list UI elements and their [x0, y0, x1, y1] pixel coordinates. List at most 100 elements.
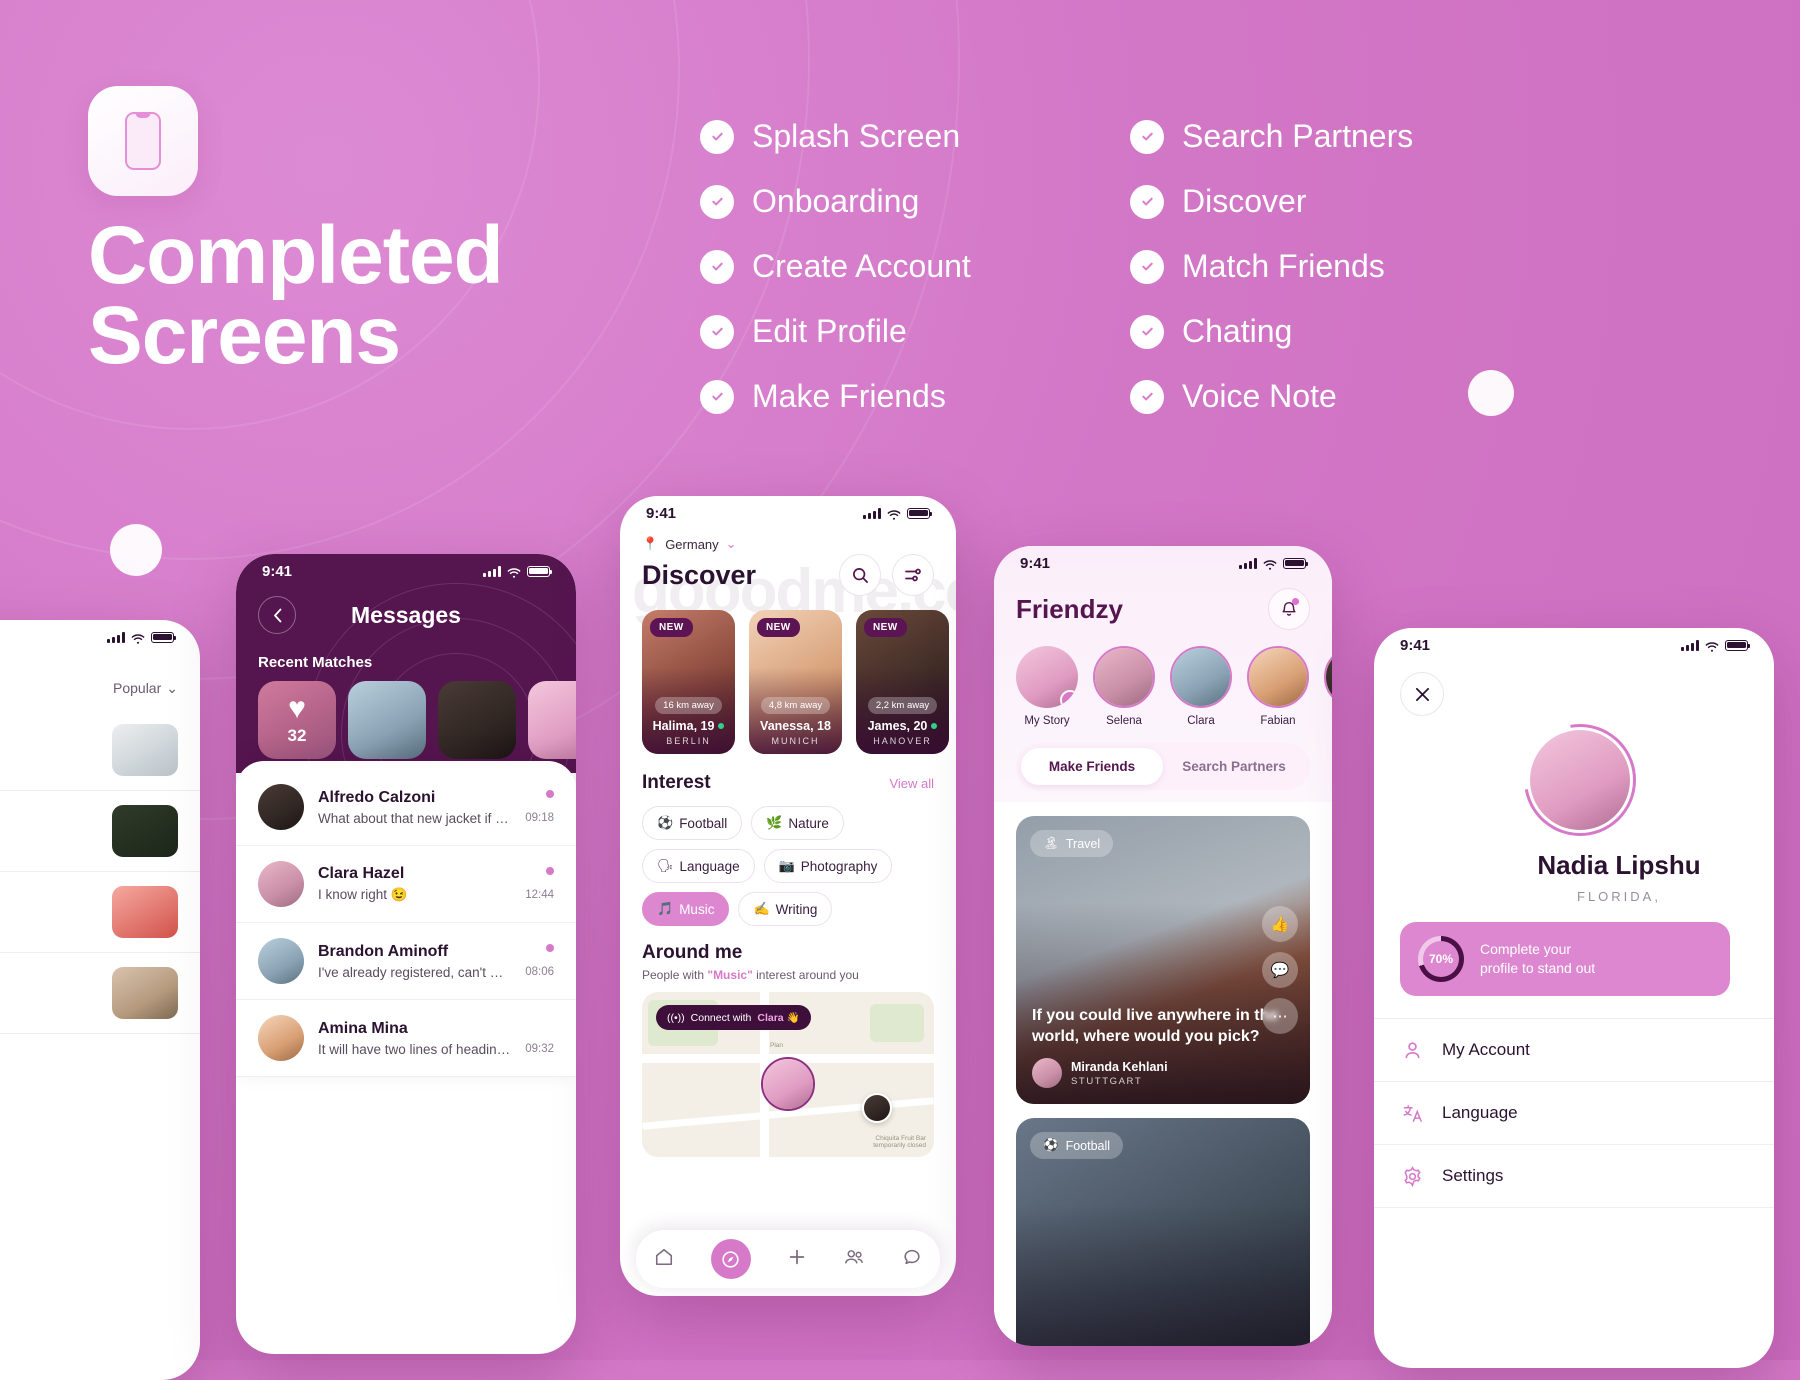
- recent-match-item[interactable]: [528, 681, 576, 759]
- story-name: Fabian: [1260, 715, 1296, 727]
- interest-chip-language[interactable]: 🗣 Language: [642, 849, 755, 883]
- checklist-left: Splash Screen Onboarding Create Account Edi…: [700, 118, 971, 415]
- profile-menu-item-language[interactable]: Language: [1374, 1082, 1774, 1145]
- friendzy-card-author: Miranda Kehlani STUTTGART: [1016, 1058, 1310, 1104]
- notifications-button[interactable]: [1268, 588, 1310, 630]
- interest-title: Interest: [642, 772, 711, 793]
- friendzy-card[interactable]: ⚽ Football: [1016, 1118, 1310, 1346]
- back-button[interactable]: [258, 596, 296, 634]
- tab-home[interactable]: [654, 1247, 674, 1272]
- story-item[interactable]: Fabian: [1247, 646, 1309, 727]
- interest-chip-photography[interactable]: 📷 Photography: [763, 849, 893, 883]
- story-avatar: [1170, 646, 1232, 708]
- wifi-icon: [131, 632, 145, 644]
- interest-row[interactable]: people: [0, 872, 200, 953]
- interest-chip-football[interactable]: ⚽ Football: [642, 806, 743, 840]
- interest-chip-writing[interactable]: ✍ Writing: [738, 892, 833, 926]
- interest-header: Interest Popular ⌄: [0, 654, 200, 710]
- interest-row[interactable]: people: [0, 953, 200, 1034]
- story-item[interactable]: Clara: [1170, 646, 1232, 727]
- recent-match-item[interactable]: [438, 681, 516, 759]
- message-thread-row[interactable]: Alfredo Calzoni What about that new jacke…: [236, 769, 576, 846]
- discover-title: Discover: [642, 559, 757, 590]
- profile-menu-item-my-account[interactable]: My Account: [1374, 1019, 1774, 1082]
- discover-card-name-text: Vanessa, 18: [760, 719, 831, 733]
- thread-meta: 08:06: [525, 944, 554, 978]
- author-info: Miranda Kehlani STUTTGART: [1071, 1060, 1168, 1087]
- tab-chat[interactable]: [902, 1247, 922, 1272]
- chip-icon: ✍: [753, 901, 770, 916]
- thread-preview: I know right 😉: [318, 887, 408, 902]
- interest-chip-music[interactable]: 🎵 Music: [642, 892, 730, 926]
- interest-row[interactable]: Photographypeople: [0, 710, 200, 791]
- friendzy-card[interactable]: 🏝 Travel 👍 💬 ⋯ If you could live anywhere in …: [1016, 816, 1310, 1104]
- recent-match-item[interactable]: [348, 681, 426, 759]
- story-item[interactable]: Ge: [1324, 646, 1332, 727]
- tab-people[interactable]: [843, 1247, 865, 1272]
- notification-badge: [1292, 598, 1299, 605]
- filter-button[interactable]: [892, 554, 934, 596]
- interest-row[interactable]: people: [0, 791, 200, 872]
- photo: [112, 967, 178, 1019]
- location-selector[interactable]: 📍 Germany ⌄: [642, 536, 934, 552]
- tab-compass[interactable]: [710, 1239, 751, 1279]
- status-time: 9:41: [1400, 636, 1431, 654]
- story-item[interactable]: Selena: [1093, 646, 1155, 727]
- wifi-icon: [1705, 640, 1719, 652]
- status-bar: 9:41: [620, 496, 956, 530]
- photo: [528, 681, 576, 759]
- discover-card-city: MUNICH: [771, 736, 820, 746]
- comment-button[interactable]: 💬: [1262, 952, 1298, 988]
- complete-profile-banner[interactable]: 70% Complete your profile to stand out: [1400, 922, 1730, 996]
- discover-card[interactable]: NEW 16 km away Halima, 19 BERLIN: [642, 610, 735, 754]
- discover-card[interactable]: NEW 4,8 km away Vanessa, 18 MUNICH: [749, 610, 842, 754]
- around-me-title: Around me: [642, 942, 743, 963]
- close-button[interactable]: [1400, 672, 1444, 716]
- interest-chip-nature[interactable]: 🌿 Nature: [751, 806, 844, 840]
- map-pin-icon: 📍: [642, 536, 659, 551]
- chevron-down-icon: ⌄: [166, 679, 178, 696]
- search-button[interactable]: [839, 554, 881, 596]
- connect-tooltip[interactable]: ((•)) Connect with Clara 👋: [656, 1005, 811, 1030]
- message-thread-row[interactable]: Clara Hazel I know right 😉 12:44: [236, 846, 576, 923]
- connect-tooltip-pre: Connect with: [690, 1011, 752, 1024]
- avatar: [258, 938, 304, 984]
- message-thread-row[interactable]: Amina Mina It will have two lines of head…: [236, 1000, 576, 1077]
- story-avatar: [1247, 646, 1309, 708]
- story-name: Clara: [1187, 715, 1215, 727]
- friendzy-card-tag: 🏝 Travel: [1030, 830, 1114, 857]
- photo: [258, 938, 304, 984]
- friendzy-card-tag: ⚽ Football: [1030, 1132, 1124, 1159]
- message-thread-row[interactable]: Brandon Aminoff I've already registered, …: [236, 923, 576, 1000]
- status-bar: [0, 620, 200, 654]
- nearby-user-avatar[interactable]: [862, 1093, 892, 1123]
- checklist-item-label: Splash Screen: [752, 118, 961, 154]
- friendzy-tab-search-partners[interactable]: Search Partners: [1163, 748, 1305, 785]
- more-button[interactable]: ⋯: [1262, 998, 1298, 1034]
- discover-card-name: James, 20: [863, 719, 942, 733]
- recent-match-item[interactable]: ♥ 32: [258, 681, 336, 759]
- profile-menu-item-settings[interactable]: Settings: [1374, 1145, 1774, 1208]
- map-widget[interactable]: Plan Chiquita Fruit Bar temporarily close…: [642, 992, 934, 1157]
- discover-card-city: BERLIN: [666, 736, 711, 746]
- status-bar: 9:41: [994, 546, 1332, 580]
- view-all-link[interactable]: View all: [889, 776, 934, 791]
- thread-time: 12:44: [525, 889, 554, 901]
- chip-label: Nature: [788, 815, 829, 831]
- check-icon: [700, 184, 734, 219]
- discover-card[interactable]: NEW 2,2 km away James, 20 HANOVER: [856, 610, 949, 754]
- gear-icon: [1400, 1164, 1424, 1188]
- story-avatar: [1093, 646, 1155, 708]
- phone-interest-screen: Interest Popular ⌄ Photographypeoplepeop…: [0, 620, 200, 1380]
- friendzy-tab-make-friends[interactable]: Make Friends: [1021, 748, 1163, 785]
- tab-plus[interactable]: [787, 1247, 807, 1272]
- like-button[interactable]: 👍: [1262, 906, 1298, 942]
- interest-row-thumb: [112, 805, 178, 857]
- sort-dropdown[interactable]: Popular ⌄: [113, 680, 178, 697]
- author-city: STUTTGART: [1071, 1075, 1143, 1087]
- check-icon: [1130, 184, 1164, 219]
- user-icon: [1400, 1038, 1424, 1062]
- story-item[interactable]: + My Story: [1016, 646, 1078, 727]
- phone-friendzy-screen: 9:41 Friendzy + My Story Selena Clara Fabian…: [994, 546, 1332, 1346]
- avatar: [258, 1015, 304, 1061]
